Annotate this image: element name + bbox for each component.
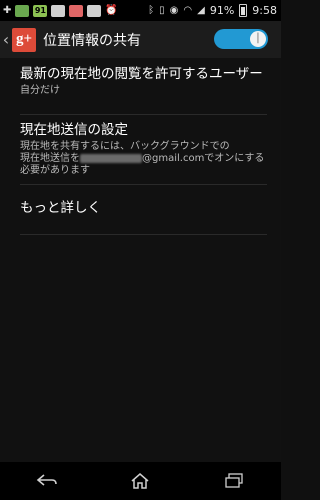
battery-icon	[239, 4, 248, 17]
location-icon: ◉	[169, 5, 179, 16]
vibrate-icon: ▯	[159, 5, 165, 16]
screen: ✚ 91 ⏰ ᛒ ▯ ◉ ◠ ◢ 91% 9:58 ‹ g+ 位置情報の共有 │	[0, 0, 281, 500]
app-notification-icon	[15, 4, 30, 17]
clock: 9:58	[252, 4, 277, 17]
list-item-allowed-viewers[interactable]: 最新の現在地の閲覧を許可するユーザー 自分だけ	[20, 58, 267, 115]
recents-button[interactable]	[214, 466, 254, 496]
list-item-title: 最新の現在地の閲覧を許可するユーザー	[20, 66, 263, 82]
redacted-email	[80, 153, 142, 163]
list-item-summary: 現在地を共有するには、バックグラウンドでの 現在地送信を @gmail.comでオ…	[20, 141, 267, 177]
navigation-bar	[0, 462, 281, 500]
summary-text: @gmail.comでオンにする	[142, 153, 265, 164]
summary-line: 必要があります	[20, 165, 90, 176]
plus-icon: ✚	[3, 5, 12, 16]
home-icon	[131, 473, 149, 489]
back-icon	[36, 474, 57, 486]
system-icons: ᛒ ▯ ◉ ◠ ◢ 91% 9:58	[148, 4, 281, 17]
recents-icon	[225, 473, 243, 488]
mail-icon	[87, 4, 102, 17]
alarm-icon: ⏰	[105, 5, 118, 16]
back-button[interactable]	[27, 466, 67, 496]
summary-text: 現在地送信を	[20, 153, 80, 164]
status-bar: ✚ 91 ⏰ ᛒ ▯ ◉ ◠ ◢ 91% 9:58	[0, 0, 281, 21]
toggle-thumb: │	[250, 31, 266, 47]
summary-line: 現在地を共有するには、バックグラウンドでの	[20, 141, 230, 152]
signal-icon: ◢	[197, 5, 205, 16]
settings-list: 最新の現在地の閲覧を許可するユーザー 自分だけ 現在地送信の設定 現在地を共有す…	[0, 58, 281, 235]
location-sharing-toggle[interactable]: │	[214, 29, 268, 49]
list-item-title: もっと詳しく	[20, 200, 101, 216]
app-notification-icon	[69, 4, 84, 17]
home-button[interactable]	[120, 466, 160, 496]
summary-line: 現在地送信を @gmail.comでオンにする	[20, 153, 267, 165]
list-item-location-reporting[interactable]: 現在地送信の設定 現在地を共有するには、バックグラウンドでの 現在地送信を @gm…	[20, 115, 267, 185]
bluetooth-icon: ᛒ	[148, 5, 155, 16]
image-icon	[51, 4, 66, 17]
notification-icons: ✚ 91 ⏰	[0, 4, 118, 17]
list-item-title: 現在地送信の設定	[20, 122, 128, 138]
battery-percent: 91%	[209, 4, 235, 17]
wifi-icon: ◠	[183, 5, 193, 16]
up-navigation-icon[interactable]: ‹	[1, 30, 11, 49]
app-notification-icon: 91	[33, 4, 48, 17]
google-plus-logo[interactable]: g+	[12, 27, 36, 52]
list-item-summary: 自分だけ	[20, 85, 60, 96]
action-bar: ‹ g+ 位置情報の共有 │	[0, 21, 281, 58]
page-title: 位置情報の共有	[43, 32, 141, 49]
list-item-learn-more[interactable]: もっと詳しく	[20, 185, 267, 235]
